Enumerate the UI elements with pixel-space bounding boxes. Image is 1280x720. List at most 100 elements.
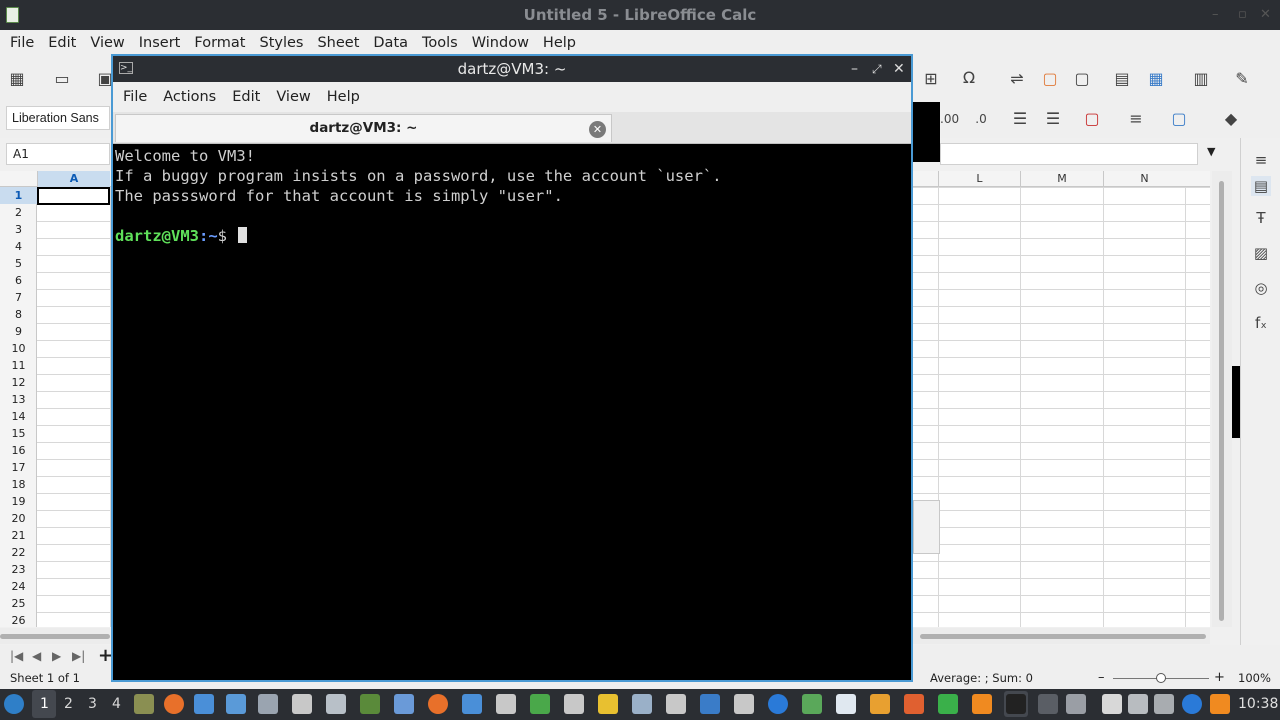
game-icon[interactable] bbox=[360, 694, 380, 714]
workspace-2[interactable]: 2 bbox=[64, 696, 73, 712]
downloads-icon[interactable] bbox=[226, 694, 246, 714]
horizontal-scroll-thumb[interactable] bbox=[0, 634, 110, 639]
properties-icon[interactable]: ▤ bbox=[1251, 176, 1271, 196]
calc-menu-file[interactable]: File bbox=[3, 35, 41, 51]
network-status-icon[interactable] bbox=[1182, 694, 1202, 714]
calc-menu-tools[interactable]: Tools bbox=[415, 35, 465, 51]
zoom-level[interactable]: 100% bbox=[1238, 671, 1271, 685]
terminal-menu-file[interactable]: File bbox=[115, 89, 155, 105]
terminal-menu-edit[interactable]: Edit bbox=[224, 89, 268, 105]
terminal-title-bar[interactable]: >_ dartz@VM3: ~ – ⤢ ✕ bbox=[113, 56, 911, 82]
border-style-icon[interactable]: ≡ bbox=[1127, 110, 1145, 128]
calc-taskbar-icon[interactable] bbox=[938, 694, 958, 714]
installer-icon[interactable] bbox=[802, 694, 822, 714]
column-header-n[interactable]: N bbox=[1103, 171, 1185, 187]
window-icon-3[interactable] bbox=[632, 694, 652, 714]
calc-menu-insert[interactable]: Insert bbox=[132, 35, 188, 51]
row-header[interactable]: 23 bbox=[0, 561, 37, 578]
row-header[interactable]: 14 bbox=[0, 408, 37, 425]
workspace-3[interactable]: 3 bbox=[88, 696, 97, 712]
terminal-prompt[interactable]: dartz@VM3:~$ bbox=[115, 226, 909, 246]
zoom-in-icon[interactable]: + bbox=[1214, 670, 1225, 685]
tools-icon[interactable] bbox=[496, 694, 516, 714]
gallery-icon[interactable]: ▨ bbox=[1251, 243, 1271, 263]
settings-icon[interactable] bbox=[700, 694, 720, 714]
vlc-tray-icon[interactable] bbox=[1210, 694, 1230, 714]
sidebar-toggle-handle[interactable] bbox=[1232, 366, 1240, 438]
row-header[interactable]: 2 bbox=[0, 204, 37, 221]
pivot-table-icon[interactable]: ⊞ bbox=[922, 70, 940, 88]
minimize-icon[interactable]: – bbox=[1212, 0, 1219, 30]
terminal-output[interactable]: Welcome to VM3! If a buggy program insis… bbox=[113, 146, 911, 680]
window-icon-2[interactable] bbox=[394, 694, 414, 714]
folder-icon[interactable] bbox=[462, 694, 482, 714]
navigator-icon[interactable]: ◎ bbox=[1251, 278, 1271, 298]
row-header[interactable]: 25 bbox=[0, 595, 37, 612]
zoom-slider-knob[interactable] bbox=[1156, 673, 1166, 683]
row-header[interactable]: 22 bbox=[0, 544, 37, 561]
terminal-minimize-icon[interactable]: – bbox=[851, 56, 858, 82]
notes-icon[interactable] bbox=[870, 694, 890, 714]
headers-footers-icon[interactable]: ▢ bbox=[1073, 70, 1091, 88]
row-header[interactable]: 26 bbox=[0, 612, 37, 629]
volume-icon[interactable] bbox=[1066, 694, 1086, 714]
calc-menu-data[interactable]: Data bbox=[366, 35, 415, 51]
terminal-maximize-icon[interactable]: ⤢ bbox=[872, 56, 882, 82]
workspace-4[interactable]: 4 bbox=[112, 696, 121, 712]
row-header[interactable]: 8 bbox=[0, 306, 37, 323]
calc-menu-sheet[interactable]: Sheet bbox=[310, 35, 366, 51]
clipboard-icon[interactable] bbox=[1102, 694, 1122, 714]
files-icon[interactable] bbox=[134, 694, 154, 714]
row-header[interactable]: 12 bbox=[0, 374, 37, 391]
workspace-1[interactable]: 1 bbox=[40, 696, 49, 712]
row-header[interactable]: 7 bbox=[0, 289, 37, 306]
browser-icon[interactable] bbox=[768, 694, 788, 714]
calc-menu-view[interactable]: View bbox=[83, 35, 131, 51]
previous-sheet-icon[interactable]: ◀ bbox=[32, 649, 41, 663]
name-box[interactable]: A1 bbox=[6, 143, 110, 165]
freeze-rows-icon[interactable]: ▦ bbox=[1147, 70, 1165, 88]
terminal-menu-help[interactable]: Help bbox=[319, 89, 368, 105]
terminal-close-icon[interactable]: ✕ bbox=[893, 56, 905, 82]
row-header[interactable]: 1 bbox=[0, 187, 37, 204]
cell-a1[interactable] bbox=[37, 187, 110, 205]
formula-input[interactable] bbox=[940, 143, 1198, 165]
maximize-icon[interactable]: ▫ bbox=[1238, 0, 1247, 30]
tab-close-icon[interactable]: ✕ bbox=[589, 121, 606, 138]
comment-icon[interactable]: ▢ bbox=[1041, 70, 1059, 88]
paint-icon[interactable] bbox=[598, 694, 618, 714]
spreadsheet-icon[interactable] bbox=[530, 694, 550, 714]
row-header[interactable]: 5 bbox=[0, 255, 37, 272]
font-name-box[interactable]: Liberation Sans bbox=[6, 106, 110, 130]
row-header[interactable]: 9 bbox=[0, 323, 37, 340]
zoom-out-icon[interactable]: – bbox=[1098, 670, 1105, 685]
calc-menu-edit[interactable]: Edit bbox=[41, 35, 83, 51]
presentation-icon[interactable] bbox=[904, 694, 924, 714]
firefox-icon-2[interactable] bbox=[428, 694, 448, 714]
desktop-icon[interactable] bbox=[194, 694, 214, 714]
column-header-l[interactable]: L bbox=[938, 171, 1020, 187]
column-header-a[interactable]: A bbox=[37, 171, 110, 187]
terminal-tab[interactable]: dartz@VM3: ~ ✕ bbox=[115, 114, 612, 142]
start-menu-icon[interactable] bbox=[4, 694, 24, 714]
row-header[interactable]: 4 bbox=[0, 238, 37, 255]
vlc-icon[interactable] bbox=[972, 694, 992, 714]
clock[interactable]: 10:38 bbox=[1238, 696, 1278, 712]
row-header[interactable]: 20 bbox=[0, 510, 37, 527]
calc-menu-styles[interactable]: Styles bbox=[252, 35, 310, 51]
row-header[interactable]: 11 bbox=[0, 357, 37, 374]
close-icon[interactable]: ✕ bbox=[1260, 0, 1271, 30]
last-sheet-icon[interactable]: ▶| bbox=[72, 649, 85, 663]
split-window-icon[interactable]: ▥ bbox=[1192, 70, 1210, 88]
first-sheet-icon[interactable]: |◀ bbox=[10, 649, 23, 663]
next-sheet-icon[interactable]: ▶ bbox=[52, 649, 61, 663]
archive-icon[interactable] bbox=[666, 694, 686, 714]
row-header[interactable]: 16 bbox=[0, 442, 37, 459]
image-viewer-icon[interactable] bbox=[326, 694, 346, 714]
display-icon[interactable] bbox=[734, 694, 754, 714]
row-header[interactable]: 18 bbox=[0, 476, 37, 493]
horizontal-scroll-thumb-right[interactable] bbox=[920, 634, 1206, 639]
special-character-icon[interactable]: Ω bbox=[960, 69, 978, 87]
row-header[interactable]: 24 bbox=[0, 578, 37, 595]
lock-icon[interactable] bbox=[1038, 694, 1058, 714]
